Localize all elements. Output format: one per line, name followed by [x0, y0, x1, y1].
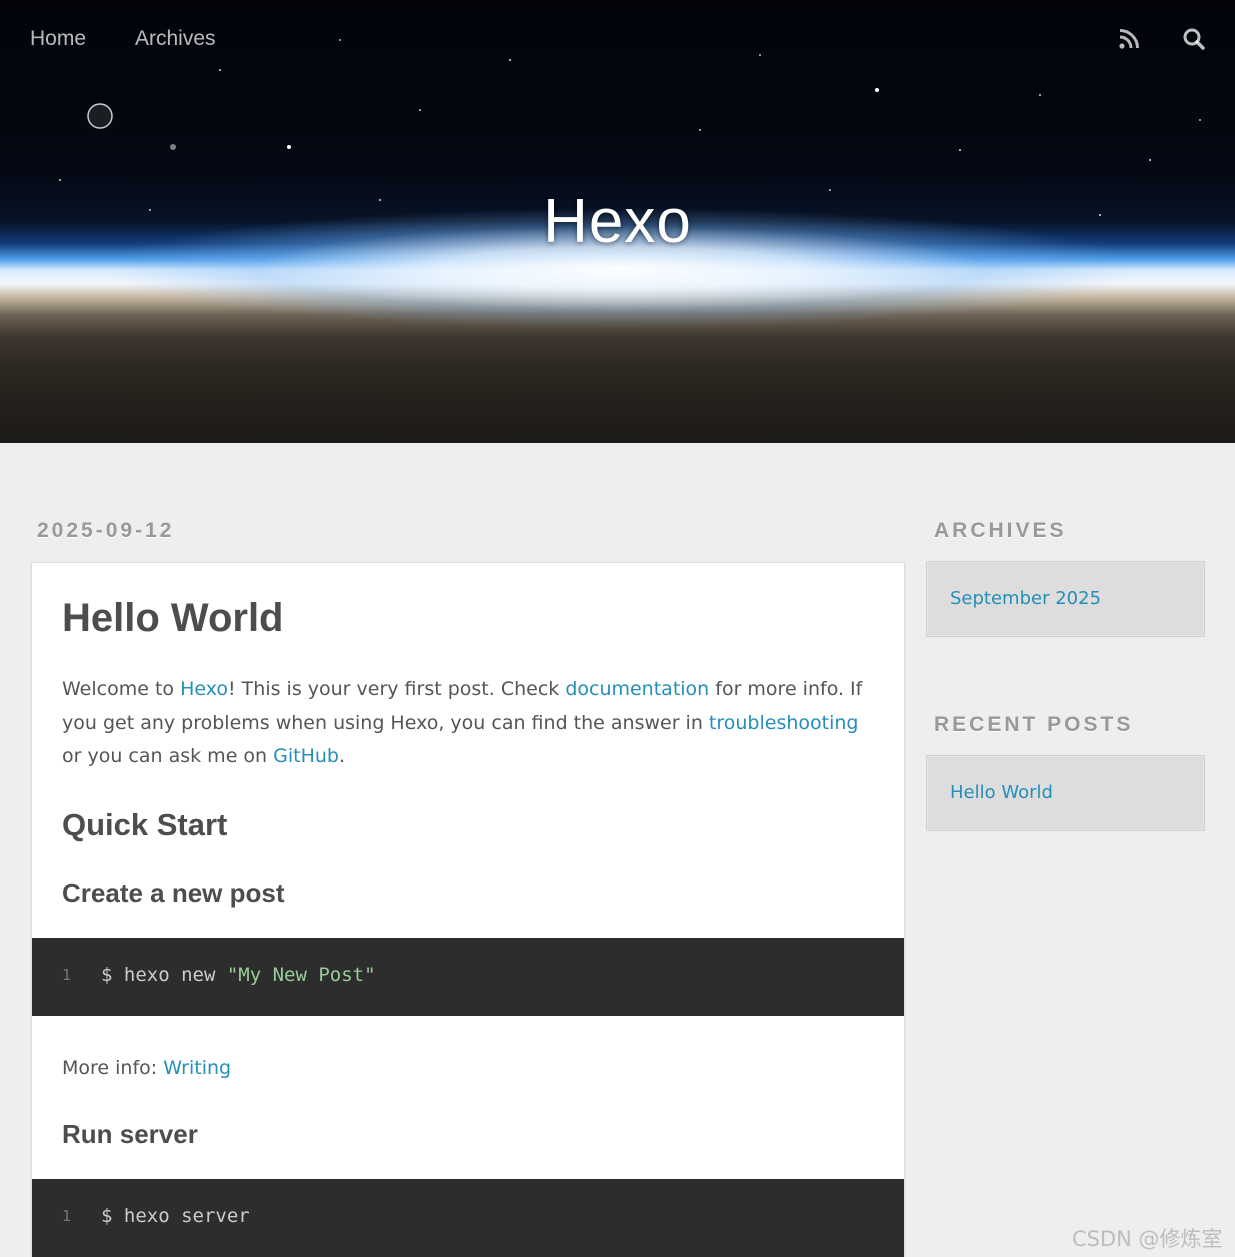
heading-create-post: Create a new post [62, 878, 285, 908]
intro-text: Welcome to [62, 678, 181, 700]
heading-run-server: Run server [62, 1119, 198, 1149]
nav-home-link[interactable]: Home [30, 26, 86, 52]
code-block: 1 $ hexo new "My New Post" [32, 938, 904, 1016]
code-command: $ hexo server [101, 1205, 250, 1227]
line-number: 1 [62, 1207, 72, 1225]
code-command: $ hexo new [101, 964, 227, 986]
post-date[interactable]: 2025-09-12 [37, 518, 174, 544]
intro-text: or you can ask me on [62, 745, 274, 767]
code-string: "My New Post" [226, 964, 376, 986]
line-number: 1 [62, 966, 72, 984]
recent-posts-widget: Hello World [926, 755, 1205, 831]
more-info-paragraph: More info: Writing [62, 1052, 874, 1086]
intro-text: ! This is your very first post. Check [228, 678, 566, 700]
code-line: $ hexo server [101, 1205, 250, 1227]
intro-link-hexo[interactable]: Hexo [180, 678, 228, 700]
intro-paragraph: Welcome to Hexo! This is your very first… [62, 673, 874, 774]
archives-widget: September 2025 [926, 561, 1205, 637]
more-info-label: More info: [62, 1057, 164, 1079]
watermark: CSDN @修炼室 [1072, 1227, 1223, 1251]
rss-icon[interactable] [1116, 26, 1142, 52]
nav-archives-link[interactable]: Archives [135, 26, 216, 52]
archive-link-september-2025[interactable]: September 2025 [950, 588, 1101, 609]
intro-text: . [338, 745, 346, 767]
site-title[interactable]: Hexo [0, 186, 1235, 257]
code-line: $ hexo new "My New Post" [101, 964, 376, 986]
article-card: Hello World Welcome to Hexo! This is you… [31, 562, 905, 1257]
site-header-banner: Home Archives Hexo [0, 0, 1235, 443]
writing-link[interactable]: Writing [163, 1057, 231, 1079]
intro-link-documentation[interactable]: documentation [565, 678, 709, 700]
sidebar-recent-posts-title: RECENT POSTS [934, 713, 1134, 736]
intro-link-troubleshooting[interactable]: troubleshooting [709, 712, 859, 734]
search-icon[interactable] [1181, 26, 1207, 52]
sidebar-archives-title: ARCHIVES [934, 519, 1067, 542]
recent-post-hello-world[interactable]: Hello World [950, 782, 1053, 803]
code-block: 1 $ hexo server [32, 1179, 904, 1257]
post-title[interactable]: Hello World [62, 593, 283, 643]
intro-link-github[interactable]: GitHub [273, 745, 339, 767]
heading-quick-start: Quick Start [62, 807, 228, 842]
